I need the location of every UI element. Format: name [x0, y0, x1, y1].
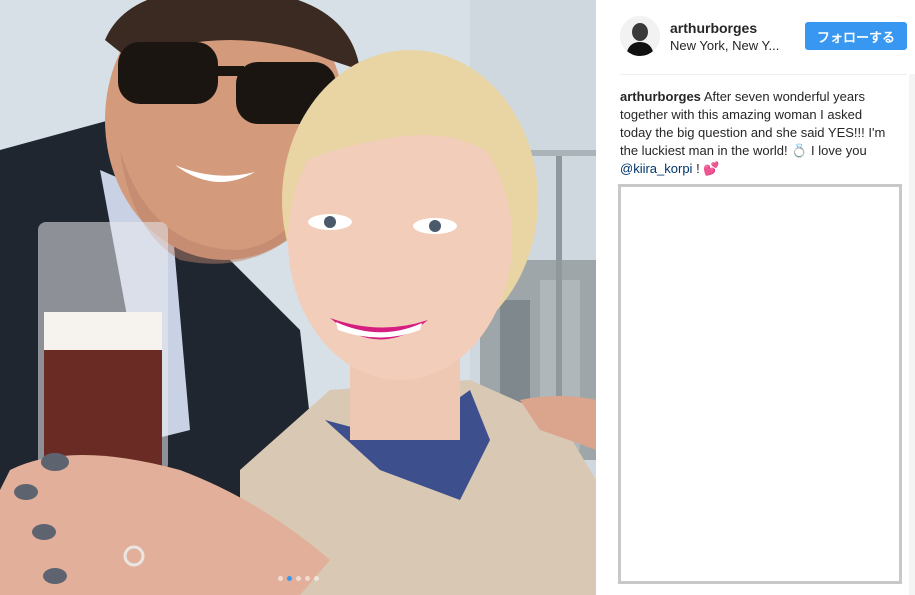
scrollbar[interactable]: [909, 74, 915, 595]
post-side-panel: arthurborges New York, New Y... フォローする a…: [596, 0, 915, 595]
carousel-dot[interactable]: [304, 576, 310, 581]
post-header: arthurborges New York, New Y... フォローする: [596, 0, 915, 74]
caption-mention-link[interactable]: @kiira_korpi: [620, 161, 692, 176]
post-caption: arthurborges After seven wonderful years…: [620, 88, 892, 178]
caption-username[interactable]: arthurborges: [620, 89, 701, 104]
carousel-dots: [0, 576, 596, 581]
avatar[interactable]: [620, 16, 660, 56]
post-photo[interactable]: [0, 0, 596, 595]
comments-area: [618, 184, 902, 584]
selfie-photo: [0, 0, 596, 595]
caption-end: ! 💕: [692, 161, 720, 176]
post-location[interactable]: New York, New Y...: [670, 38, 790, 53]
follow-button[interactable]: フォローする: [805, 22, 907, 50]
carousel-dot[interactable]: [295, 576, 301, 581]
carousel-dot[interactable]: [313, 576, 319, 581]
header-divider: [620, 74, 907, 75]
carousel-dot-active[interactable]: [286, 576, 292, 581]
carousel-dot[interactable]: [277, 576, 283, 581]
post-username[interactable]: arthurborges: [670, 20, 757, 36]
avatar-image: [620, 16, 660, 56]
